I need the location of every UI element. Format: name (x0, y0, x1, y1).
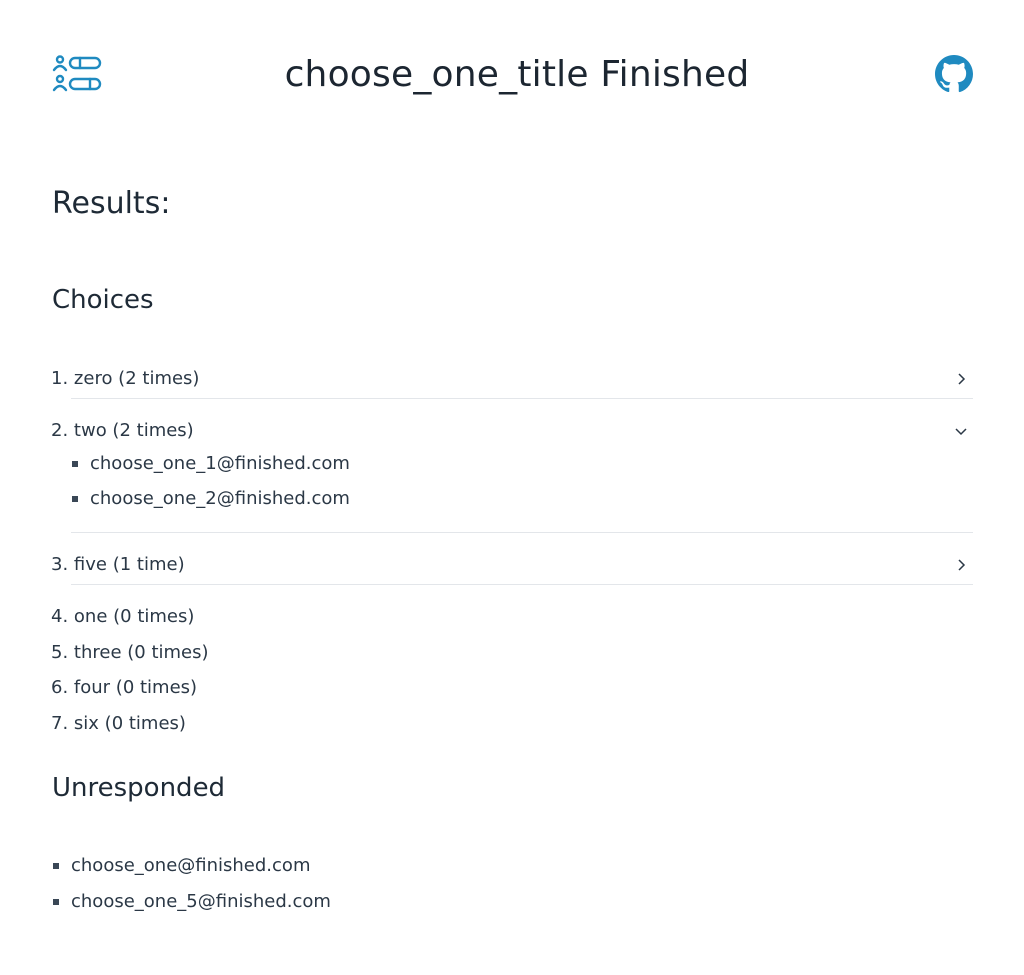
choice-label: one (0 times) (73, 606, 195, 627)
responder-list-item: choose_one_2@finished.com (72, 483, 350, 515)
bullet-icon (72, 496, 78, 502)
choices-heading: Choices (52, 285, 154, 315)
responder-email: choose_one_2@finished.com (90, 488, 350, 509)
choice-item-zero[interactable]: 1. zero (2 times) (51, 361, 973, 397)
choice-item-six: 7. six (0 times) (51, 706, 973, 742)
results-heading: Results: (52, 186, 171, 221)
chevron-down-icon[interactable] (953, 423, 969, 439)
unresponded-heading: Unresponded (52, 773, 226, 803)
unresponded-email: choose_one@finished.com (71, 855, 311, 876)
choice-item-four: 6. four (0 times) (51, 670, 973, 706)
results-page: choose_one_title Finished Results: Choic… (0, 0, 1024, 975)
choice-item-two[interactable]: 2. two (2 times) (51, 413, 973, 449)
choice-label: zero (2 times) (73, 368, 200, 389)
choice-item-three: 5. three (0 times) (51, 635, 973, 671)
chevron-right-icon[interactable] (953, 371, 969, 387)
choice-label: three (0 times) (73, 642, 209, 663)
choice-number: 6. (51, 677, 69, 698)
choice-number: 1. (51, 368, 69, 389)
github-icon[interactable] (935, 55, 973, 93)
choice-number: 7. (51, 713, 69, 734)
choice-label: five (1 time) (73, 554, 185, 575)
chevron-right-icon[interactable] (953, 557, 969, 573)
unresponded-list-item: choose_one@finished.com (53, 850, 311, 882)
divider (71, 584, 973, 585)
bullet-icon (72, 461, 78, 467)
unresponded-email: choose_one_5@finished.com (71, 891, 331, 912)
choice-label: two (2 times) (73, 420, 194, 441)
divider (71, 532, 973, 533)
choice-item-one: 4. one (0 times) (51, 599, 973, 635)
responder-list-item: choose_one_1@finished.com (72, 448, 350, 480)
responder-email: choose_one_1@finished.com (90, 453, 350, 474)
divider (71, 398, 973, 399)
bullet-icon (53, 863, 59, 869)
bullet-icon (53, 899, 59, 905)
choice-number: 3. (51, 554, 69, 575)
choice-number: 5. (51, 642, 69, 663)
choice-number: 2. (51, 420, 69, 441)
unresponded-list-item: choose_one_5@finished.com (53, 886, 331, 918)
choice-label: six (0 times) (73, 713, 186, 734)
choice-item-five[interactable]: 3. five (1 time) (51, 547, 973, 583)
page-title: choose_one_title Finished (284, 54, 750, 95)
choice-label: four (0 times) (73, 677, 198, 698)
choice-number: 4. (51, 606, 69, 627)
